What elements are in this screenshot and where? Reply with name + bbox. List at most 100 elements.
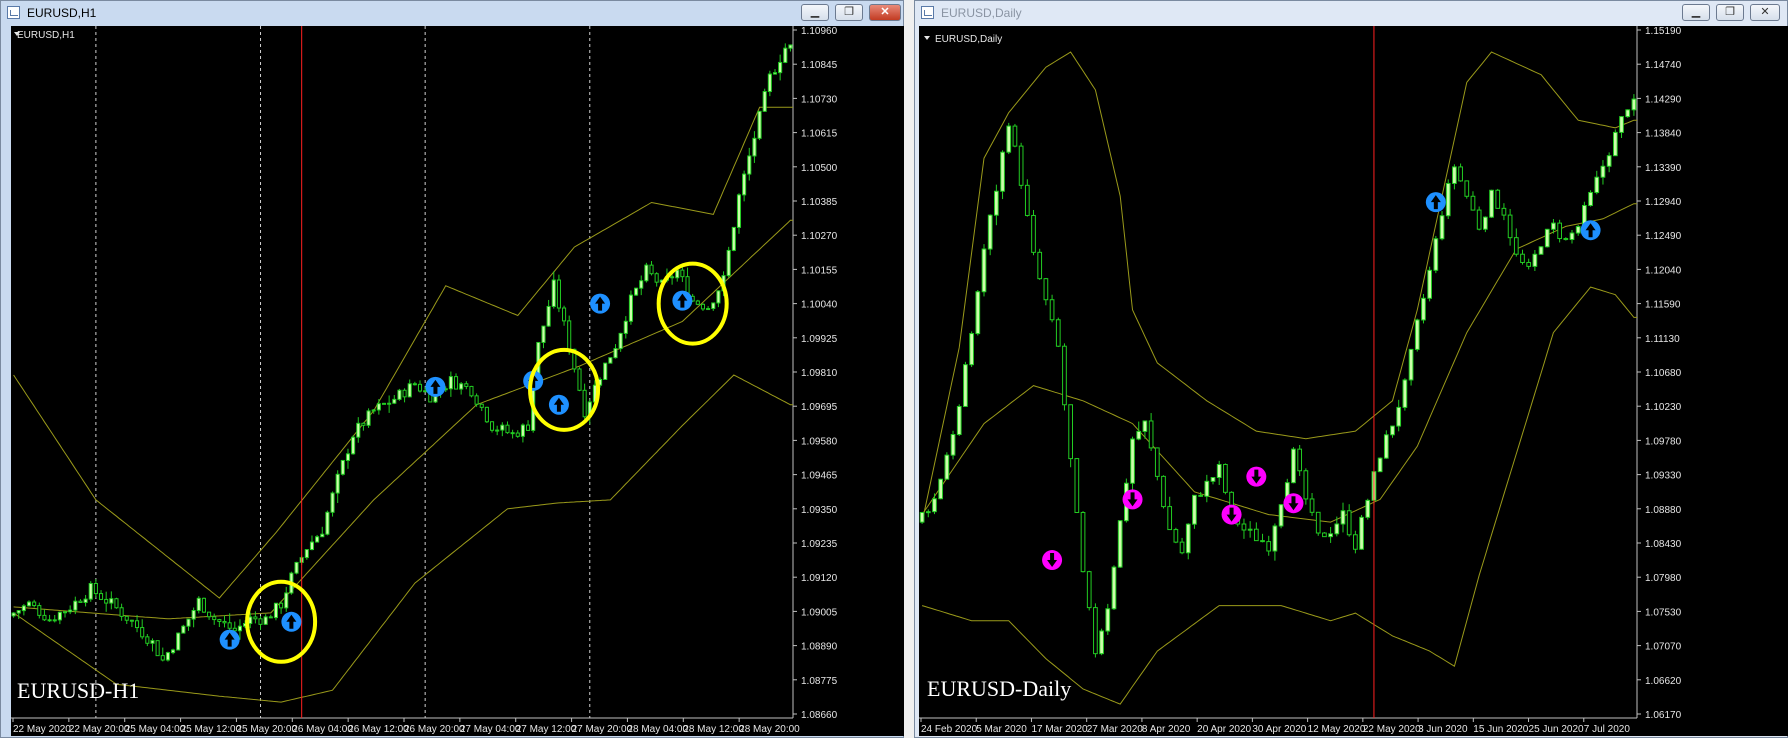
buy-arrow-icon bbox=[281, 611, 302, 632]
candle-body bbox=[304, 549, 309, 559]
candle-body bbox=[340, 459, 345, 475]
candle-body bbox=[1297, 448, 1303, 472]
y-tick-label: 1.10845 bbox=[801, 60, 838, 71]
candle-body bbox=[567, 320, 572, 350]
minimize-button[interactable]: ▁ bbox=[801, 4, 829, 21]
buy-arrow-icon bbox=[219, 629, 240, 650]
candle-body bbox=[150, 640, 155, 644]
candle-body bbox=[1619, 116, 1624, 133]
candle-body bbox=[654, 273, 659, 283]
candle-body bbox=[1080, 512, 1086, 573]
candle-body bbox=[345, 453, 351, 461]
maximize-button[interactable]: ❐ bbox=[1716, 4, 1744, 21]
maximize-button[interactable]: ❐ bbox=[835, 4, 863, 21]
candle-body bbox=[52, 619, 57, 622]
candle-body bbox=[1334, 523, 1340, 535]
candle-body bbox=[423, 390, 428, 393]
y-tick-label: 1.10680 bbox=[1645, 368, 1682, 379]
y-tick-label: 1.07530 bbox=[1645, 607, 1682, 618]
candle-body bbox=[1452, 166, 1457, 184]
candle-body bbox=[129, 619, 134, 622]
close-button[interactable]: ✕ bbox=[869, 4, 901, 21]
y-tick-label: 1.10270 bbox=[801, 231, 838, 242]
candle-body bbox=[315, 536, 320, 543]
window-titlebar[interactable]: EURUSD,Daily ▁ ❐ ✕ bbox=[915, 1, 1787, 25]
candle-body bbox=[1303, 470, 1309, 500]
candle-body bbox=[273, 602, 278, 619]
band-lower-line bbox=[921, 286, 1637, 705]
x-tick-label: 8 Apr 2020 bbox=[1142, 724, 1191, 735]
candle-body bbox=[217, 619, 222, 622]
candle-body bbox=[981, 248, 987, 293]
candle-body bbox=[47, 619, 52, 622]
candle-body bbox=[1278, 504, 1284, 527]
daily-plot-area[interactable]: 1.15190 1.14740 1.14290 1.13840 1.13390 1.129… bbox=[919, 26, 1788, 736]
close-button[interactable]: ✕ bbox=[1750, 4, 1780, 21]
window-titlebar[interactable]: EURUSD,H1 ▁ ❐ ✕ bbox=[1, 1, 903, 25]
candle-body bbox=[1606, 155, 1612, 167]
candle-body bbox=[26, 601, 32, 607]
candle-body bbox=[1458, 166, 1463, 182]
candle-body bbox=[1551, 222, 1556, 230]
candle-body bbox=[618, 332, 623, 350]
x-tick-label: 20 Apr 2020 bbox=[1197, 724, 1251, 735]
candle-body bbox=[78, 600, 83, 603]
chart-symbol-label: EURUSD,Daily bbox=[935, 34, 1002, 45]
candle-body bbox=[1476, 209, 1482, 230]
buy-arrow-icon bbox=[590, 293, 611, 314]
candle-body bbox=[1117, 520, 1123, 568]
y-tick-label: 1.06620 bbox=[1645, 676, 1682, 687]
candle-body bbox=[1148, 420, 1154, 449]
candle-body bbox=[356, 422, 361, 438]
band-upper-line bbox=[921, 51, 1637, 523]
chart-window-icon bbox=[7, 6, 20, 19]
minimize-button[interactable]: ▁ bbox=[1682, 4, 1710, 21]
sell-arrow-icon bbox=[1042, 550, 1063, 571]
x-tick-label: 22 May 20:00 bbox=[69, 724, 130, 735]
candle-body bbox=[675, 269, 680, 279]
candle-body bbox=[464, 383, 469, 387]
daily-chart-window[interactable]: EURUSD,Daily ▁ ❐ ✕ 1.15190 1.14740 1.14290… bbox=[914, 0, 1788, 738]
candle-body bbox=[495, 429, 500, 432]
daily-chart-svg[interactable]: 1.15190 1.14740 1.14290 1.13840 1.13390 1.129… bbox=[919, 26, 1788, 736]
candle-body bbox=[1291, 448, 1296, 484]
candle-body bbox=[73, 600, 78, 611]
candle-body bbox=[1074, 458, 1080, 514]
candle-body bbox=[1086, 571, 1092, 609]
candle-body bbox=[371, 409, 376, 412]
candle-body bbox=[1130, 438, 1135, 484]
candle-body bbox=[551, 279, 556, 307]
h1-chart-window[interactable]: EURUSD,H1 ▁ ❐ ✕ 1.10960 1.10845 1.10730 1.1… bbox=[0, 0, 904, 738]
candle-body bbox=[351, 436, 356, 455]
candle-body bbox=[32, 601, 37, 607]
x-tick-label: 28 May 12:00 bbox=[683, 724, 744, 735]
candle-body bbox=[767, 73, 772, 93]
candle-body bbox=[1408, 348, 1414, 381]
candle-body bbox=[649, 264, 654, 275]
h1-chart-svg[interactable]: 1.10960 1.10845 1.10730 1.10615 1.10500 1.103… bbox=[11, 26, 904, 736]
candle-body bbox=[1012, 125, 1018, 147]
candle-body bbox=[16, 610, 21, 614]
candle-body bbox=[42, 614, 47, 621]
y-tick-label: 1.12040 bbox=[1645, 265, 1682, 276]
candle-body bbox=[1161, 475, 1166, 508]
candle-body bbox=[716, 290, 721, 304]
candle-body bbox=[1062, 345, 1067, 406]
y-tick-label: 1.09120 bbox=[801, 573, 838, 584]
candle-body bbox=[1544, 228, 1550, 248]
candle-body bbox=[975, 291, 981, 335]
candle-body bbox=[201, 597, 206, 613]
candle-body bbox=[577, 368, 582, 391]
sell-arrow-icon bbox=[1246, 466, 1267, 487]
candle-body bbox=[191, 610, 196, 620]
buy-arrow-icon bbox=[672, 290, 693, 311]
chart-menu-triangle-icon[interactable] bbox=[924, 36, 930, 40]
y-tick-label: 1.14290 bbox=[1645, 94, 1682, 105]
candle-body bbox=[1204, 480, 1210, 497]
candle-body bbox=[57, 611, 62, 621]
h1-plot-area[interactable]: 1.10960 1.10845 1.10730 1.10615 1.10500 1.103… bbox=[11, 26, 904, 736]
candle-body bbox=[1612, 131, 1618, 157]
candle-body bbox=[489, 421, 495, 431]
candle-body bbox=[1167, 506, 1173, 531]
candle-body bbox=[361, 422, 366, 426]
